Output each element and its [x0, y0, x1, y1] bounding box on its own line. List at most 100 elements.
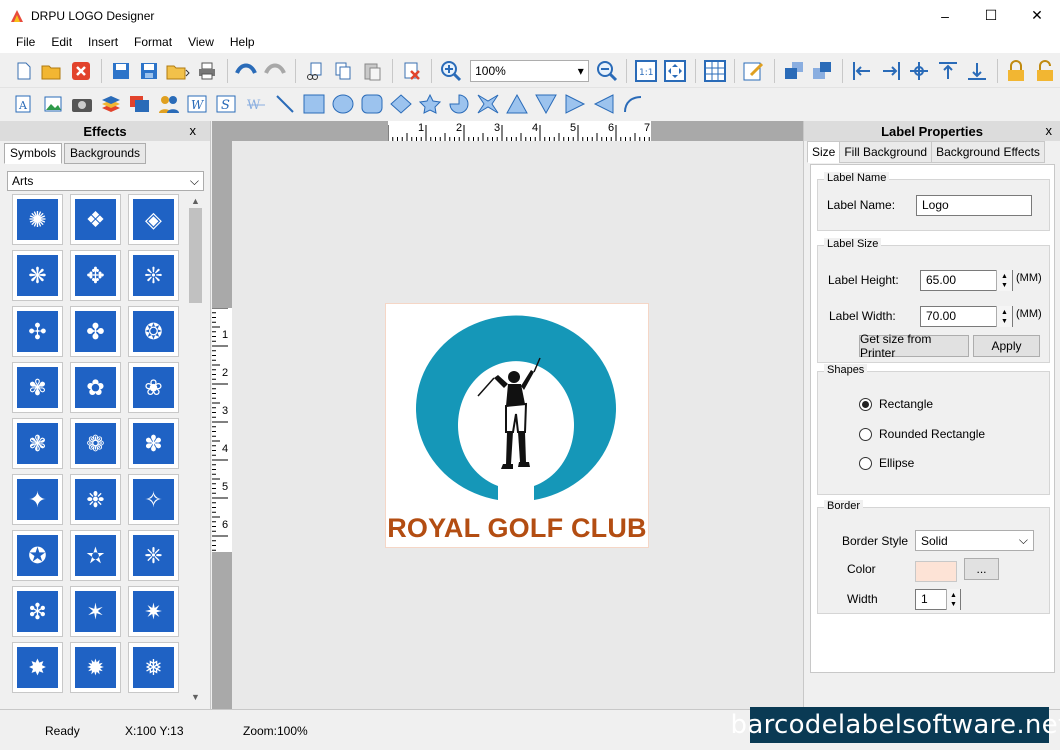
- border-color-picker-button[interactable]: ...: [964, 558, 999, 580]
- symbol-tile[interactable]: ✦: [12, 474, 63, 525]
- symbol-tile[interactable]: ❊: [128, 250, 179, 301]
- tab-fill-background[interactable]: Fill Background: [839, 141, 933, 163]
- paste-icon[interactable]: [358, 57, 386, 85]
- undo-icon[interactable]: [233, 57, 261, 85]
- symbol-tile[interactable]: ✿: [70, 362, 121, 413]
- menu-format[interactable]: Format: [126, 31, 180, 53]
- align-right-icon[interactable]: [877, 57, 905, 85]
- close-window-button[interactable]: ✕: [1014, 0, 1060, 31]
- copy-icon[interactable]: [330, 57, 358, 85]
- symbol-tile[interactable]: ❇: [12, 586, 63, 637]
- close-effects-icon[interactable]: x: [190, 123, 197, 138]
- logo-label[interactable]: ROYAL GOLF CLUB: [385, 303, 649, 548]
- symbol-tile[interactable]: ✫: [70, 530, 121, 581]
- shape-ellipse-radio[interactable]: Ellipse: [859, 456, 914, 470]
- symbol-tile[interactable]: ✣: [12, 306, 63, 357]
- menu-file[interactable]: File: [8, 31, 43, 53]
- symbol-tile[interactable]: ❅: [128, 642, 179, 693]
- border-color-swatch[interactable]: [915, 561, 957, 582]
- label-name-input[interactable]: Logo: [916, 195, 1032, 216]
- bring-to-front-icon[interactable]: [780, 57, 808, 85]
- symbol-tile[interactable]: ◈: [128, 194, 179, 245]
- rounded-rectangle-tool-icon[interactable]: [358, 90, 386, 118]
- shape-rounded-rectangle-radio[interactable]: Rounded Rectangle: [859, 427, 985, 441]
- zoom-out-icon[interactable]: [593, 57, 621, 85]
- print-icon[interactable]: [193, 57, 221, 85]
- library-icon[interactable]: [97, 90, 125, 118]
- width-spinner[interactable]: ▲ ▼: [996, 306, 1012, 327]
- logo-text[interactable]: ROYAL GOLF CLUB: [386, 513, 648, 544]
- inverted-triangle-tool-icon[interactable]: [532, 90, 560, 118]
- symbol-tile[interactable]: ❉: [70, 474, 121, 525]
- background-icon[interactable]: [126, 90, 154, 118]
- close-file-icon[interactable]: [67, 57, 95, 85]
- border-width-spinner[interactable]: ▲ ▼: [946, 589, 960, 610]
- watermark-tool-icon[interactable]: W: [242, 90, 270, 118]
- symbol-tile[interactable]: ✸: [12, 642, 63, 693]
- symbol-tile[interactable]: ✥: [70, 250, 121, 301]
- tab-symbols[interactable]: Symbols: [4, 143, 63, 164]
- open-folder-icon[interactable]: [39, 57, 67, 85]
- border-style-select[interactable]: Solid ⌵: [915, 530, 1034, 551]
- save-as-icon[interactable]: [136, 57, 164, 85]
- diamond-tool-icon[interactable]: [387, 90, 415, 118]
- apply-button[interactable]: Apply: [973, 335, 1040, 357]
- align-bottom-icon[interactable]: [963, 57, 991, 85]
- menu-insert[interactable]: Insert: [80, 31, 126, 53]
- grid-icon[interactable]: [701, 57, 729, 85]
- symbol-tile[interactable]: ❃: [12, 418, 63, 469]
- ellipse-tool-icon[interactable]: [329, 90, 357, 118]
- symbol-tile[interactable]: ✺: [12, 194, 63, 245]
- image-tool-icon[interactable]: [39, 90, 67, 118]
- burst-tool-icon[interactable]: [474, 90, 502, 118]
- redo-icon[interactable]: [261, 57, 289, 85]
- symbol-tile[interactable]: ✷: [128, 586, 179, 637]
- star-tool-icon[interactable]: [416, 90, 444, 118]
- symbol-tile[interactable]: ✤: [70, 306, 121, 357]
- symbol-tile[interactable]: ✶: [70, 586, 121, 637]
- tab-size[interactable]: Size: [807, 141, 841, 163]
- symbol-tile[interactable]: ✽: [128, 418, 179, 469]
- minimize-button[interactable]: –: [922, 0, 968, 31]
- cut-icon[interactable]: [301, 57, 329, 85]
- fit-to-window-icon[interactable]: [661, 57, 689, 85]
- height-spinner[interactable]: ▲ ▼: [996, 270, 1012, 291]
- get-size-from-printer-button[interactable]: Get size from Printer: [859, 332, 969, 360]
- menu-edit[interactable]: Edit: [43, 31, 80, 53]
- export-icon[interactable]: [164, 57, 192, 85]
- lock-icon[interactable]: [1003, 57, 1031, 85]
- right-triangle-tool-icon[interactable]: [561, 90, 589, 118]
- unlock-icon[interactable]: [1031, 57, 1059, 85]
- design-canvas[interactable]: 1 2 3 4 5 6 7 1 2 3 4 5 6 ROYAL GOLF CLU…: [212, 121, 803, 709]
- menu-view[interactable]: View: [180, 31, 222, 53]
- align-left-icon[interactable]: [848, 57, 876, 85]
- scroll-thumb[interactable]: [189, 208, 202, 303]
- menu-help[interactable]: Help: [222, 31, 263, 53]
- golf-logo-graphic[interactable]: [386, 304, 648, 547]
- align-top-icon[interactable]: [934, 57, 962, 85]
- triangle-tool-icon[interactable]: [503, 90, 531, 118]
- scroll-up-icon[interactable]: ▲: [191, 196, 200, 206]
- label-height-input[interactable]: 65.00 ▲ ▼: [920, 270, 1013, 291]
- symbol-tile[interactable]: ✾: [12, 362, 63, 413]
- symbol-tile[interactable]: ✧: [128, 474, 179, 525]
- shape-rectangle-radio[interactable]: Rectangle: [859, 397, 933, 411]
- tab-background-effects[interactable]: Background Effects: [931, 141, 1045, 163]
- symbol-category-select[interactable]: Arts ⌵: [7, 171, 204, 191]
- camera-icon[interactable]: [68, 90, 96, 118]
- signature-icon[interactable]: S: [213, 90, 241, 118]
- close-properties-icon[interactable]: x: [1046, 123, 1053, 138]
- symbol-tile[interactable]: ❈: [128, 530, 179, 581]
- users-icon[interactable]: [155, 90, 183, 118]
- text-tool-icon[interactable]: A: [10, 90, 38, 118]
- border-width-input[interactable]: 1 ▲ ▼: [915, 589, 961, 610]
- send-to-back-icon[interactable]: [809, 57, 837, 85]
- rectangle-tool-icon[interactable]: [300, 90, 328, 118]
- new-file-icon[interactable]: [10, 57, 38, 85]
- symbol-tile[interactable]: ❖: [70, 194, 121, 245]
- align-center-icon[interactable]: [906, 57, 934, 85]
- curve-tool-icon[interactable]: [619, 90, 647, 118]
- maximize-button[interactable]: ☐: [968, 0, 1014, 31]
- symbol-tile[interactable]: ❂: [128, 306, 179, 357]
- delete-icon[interactable]: [398, 57, 426, 85]
